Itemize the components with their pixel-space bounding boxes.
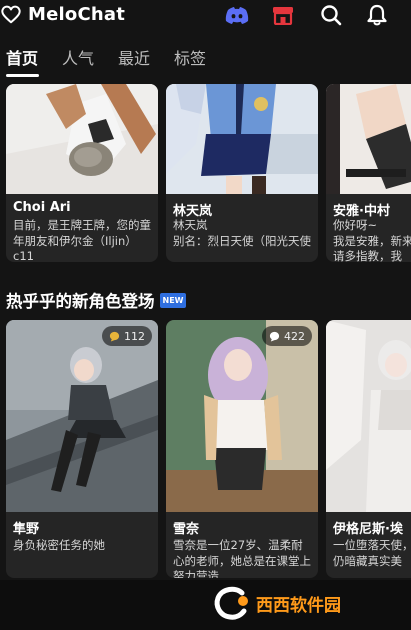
discord-icon[interactable] [224,3,250,27]
chat-count: 422 [284,329,305,343]
new-characters-section-title: 热乎乎的新角色登场 NEW [6,288,187,312]
active-tab-indicator [6,74,39,77]
bell-icon[interactable] [364,3,390,27]
character-portrait [326,84,411,194]
character-card-ignis[interactable]: 伊格尼斯·埃 一位堕落天使， 仍暗藏真实美 [326,320,411,578]
character-portrait [166,84,318,194]
chat-count: 112 [124,329,145,343]
store-icon[interactable] [270,3,296,27]
search-icon[interactable] [318,3,344,27]
character-description: 雪奈是一位27岁、温柔耐心的老师，她总是在课堂上努力营造 [173,538,311,578]
watermark-logo-icon [214,586,248,620]
app-name: MeloChat [28,3,126,25]
watermark-brand: 西西软件园 [256,595,341,616]
character-card-anya-nakamura[interactable]: 安雅·中村 你好呀~ 我是安雅，新来 请多指教，我 [326,84,411,262]
new-badge: NEW [159,292,187,308]
character-description: 林天岚 别名：烈日天使（阳光天使 [173,218,311,248]
character-portrait [6,84,158,194]
main-tabs: 首页 人气 最近 标签 [6,48,230,78]
character-description: 你好呀~ 我是安雅，新来 请多指教，我 [333,218,411,262]
featured-character-row[interactable]: Choi Ari 目前，是王牌王牌，您的童年朋友和伊尔金（Iljin）c11 林… [0,84,411,262]
character-description: 目前，是王牌王牌，您的童年朋友和伊尔金（Iljin）c11 [13,218,151,262]
character-name: 雪奈 [173,522,200,537]
app-header: MeloChat [0,0,411,40]
character-name: 伊格尼斯·埃 [333,522,403,537]
character-card-yukina[interactable]: 422 雪奈 雪奈是一位27岁、温柔耐心的老师，她总是在课堂上努力营造 [166,320,318,578]
character-card-hayano[interactable]: 112 隼野 身负秘密任务的她 [6,320,158,578]
character-name: 安雅·中村 [333,204,390,219]
character-description: 一位堕落天使， 仍暗藏真实美 [333,538,411,568]
tab-recent[interactable]: 最近 [118,48,150,78]
new-character-row[interactable]: 112 隼野 身负秘密任务的她 422 雪奈 雪奈是一位27岁、温柔耐心的老师，… [0,320,411,578]
chat-bubble-icon [109,331,120,342]
section-title-text: 热乎乎的新角色登场 [6,292,155,311]
chat-bubble-icon [269,331,280,342]
character-card-lin-tianlan[interactable]: 林天岚 林天岚 别名：烈日天使（阳光天使 [166,84,318,262]
character-name: 隼野 [13,522,40,537]
chat-count-badge: 422 [262,326,312,346]
heart-logo-icon [1,5,21,24]
character-name: 林天岚 [173,204,213,219]
character-name: Choi Ari [13,200,71,215]
chat-count-badge: 112 [102,326,152,346]
character-portrait [326,320,411,512]
tab-popular[interactable]: 人气 [62,48,94,78]
tab-tags[interactable]: 标签 [174,48,206,78]
character-card-choi-ari[interactable]: Choi Ari 目前，是王牌王牌，您的童年朋友和伊尔金（Iljin）c11 [6,84,158,262]
site-watermark: 西西软件园 [212,582,408,624]
character-portrait [166,320,318,512]
character-portrait [6,320,158,512]
app-logo[interactable]: MeloChat [0,3,125,25]
character-description: 身负秘密任务的她 [13,538,105,552]
